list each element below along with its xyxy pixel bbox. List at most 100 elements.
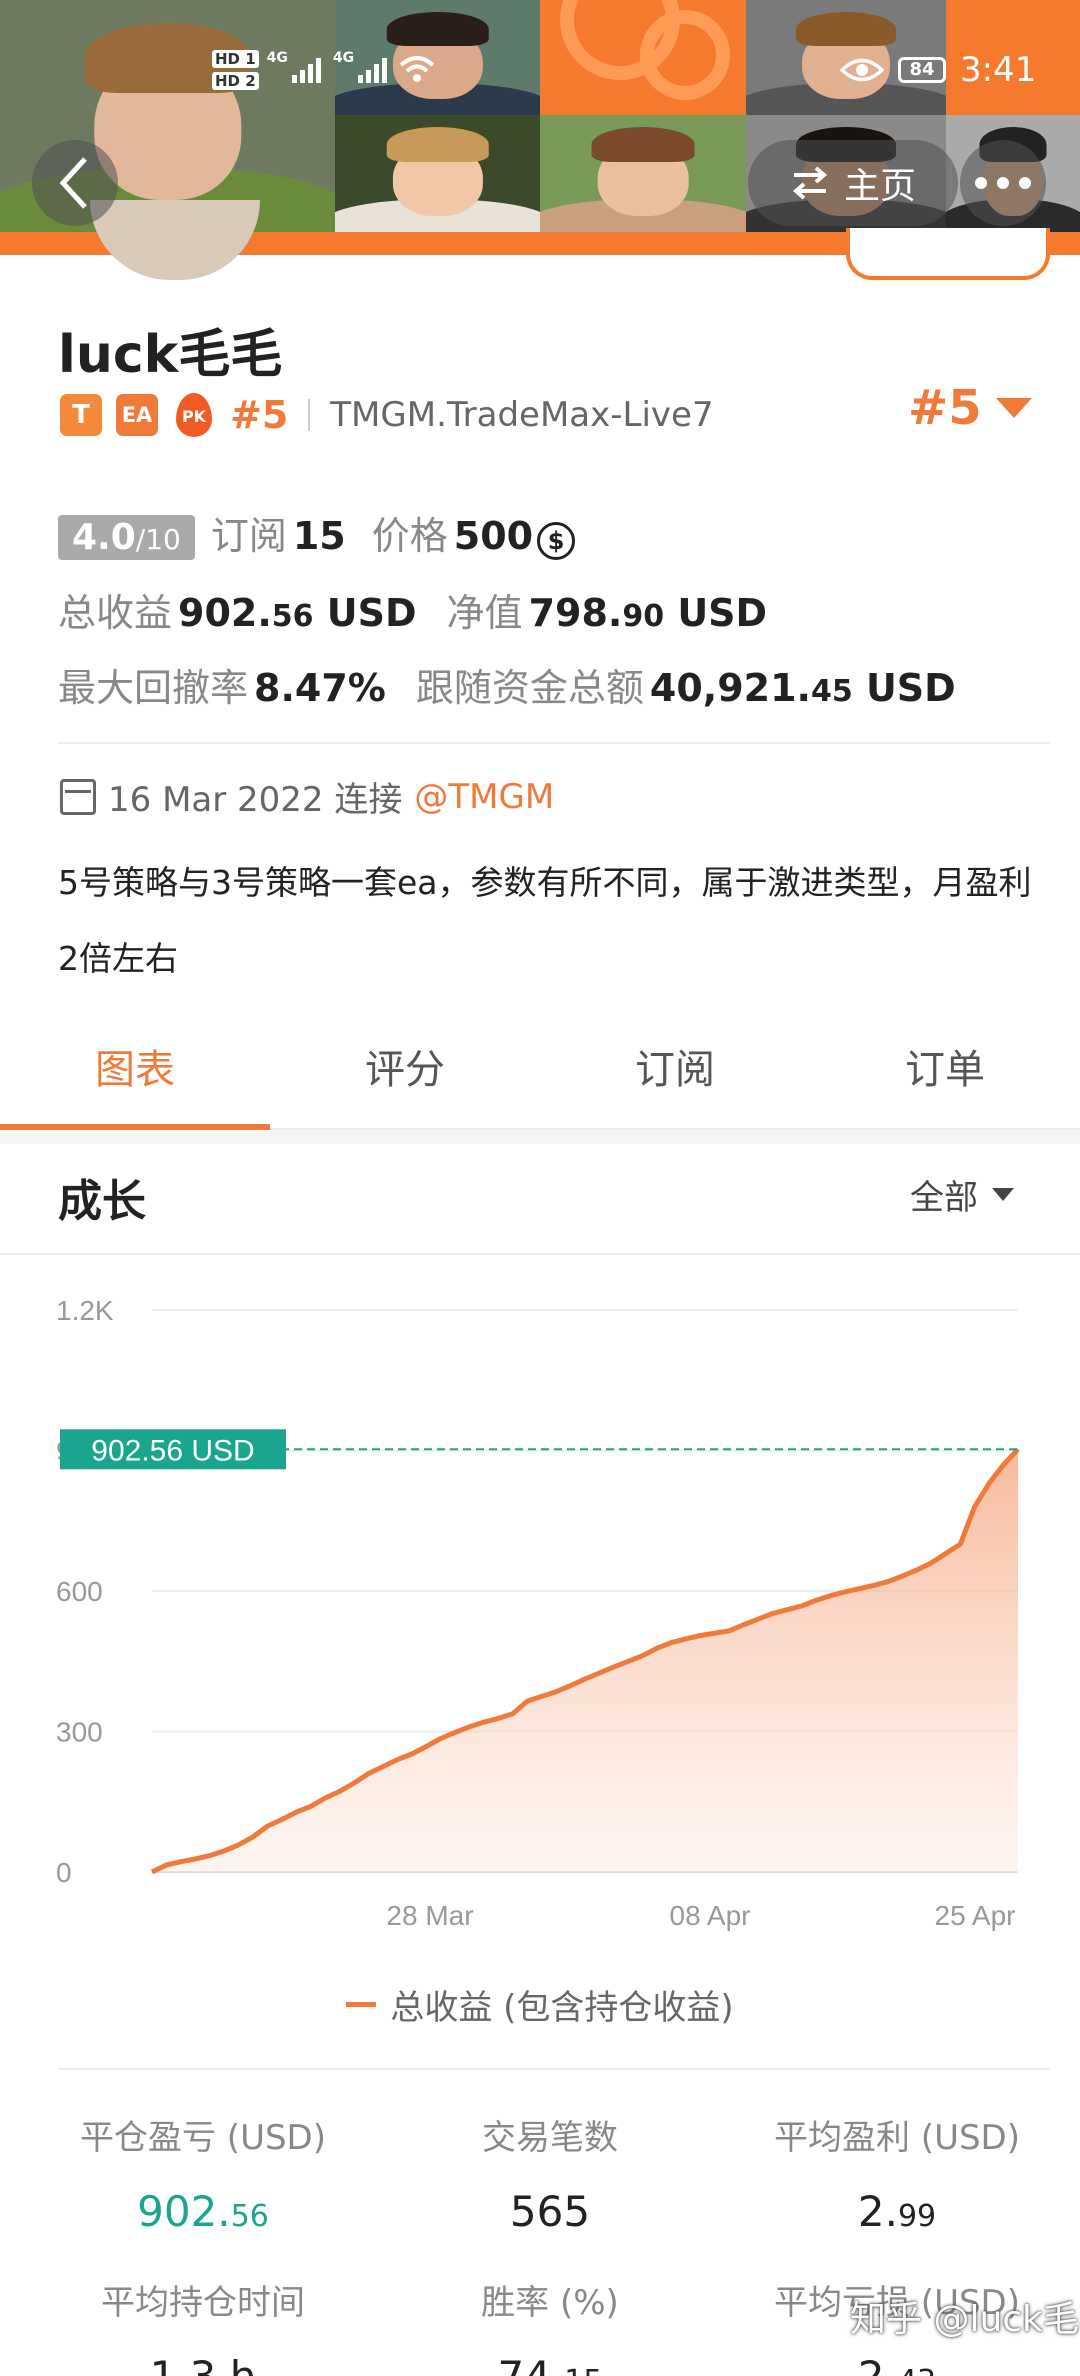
signal-icon xyxy=(291,57,321,83)
metric-label: 平均持仓时间 xyxy=(101,2283,305,2323)
tab-chart[interactable]: 图表 xyxy=(0,1010,270,1130)
clock: 3:41 xyxy=(960,50,1037,90)
drawdown-label: 最大回撤率 xyxy=(58,666,249,710)
video-tile-4 xyxy=(540,115,746,232)
watermark: 知乎 @luck毛毛 xyxy=(850,2299,1080,2340)
metric-item: 胜率 (%) 74.15 xyxy=(377,2275,723,2376)
status-bar-right: 84 3:41 xyxy=(840,40,1036,100)
follow-funds-label: 跟随资金总额 xyxy=(415,666,644,710)
ea-badge: EA xyxy=(116,394,158,436)
growth-chart[interactable]: 1.2K9006003000 28 Mar08 Apr25 Apr 902.56… xyxy=(0,1260,1080,2000)
network-type-1: 4G xyxy=(266,50,288,66)
divider xyxy=(58,742,1050,744)
legend-label: 总收益 (包含持仓收益) xyxy=(390,1988,734,2028)
metric-value: 74.15 xyxy=(377,2352,723,2376)
metric-label: 胜率 (%) xyxy=(481,2283,619,2323)
metric-value: 2.43 xyxy=(724,2352,1070,2376)
wifi-icon xyxy=(399,56,435,82)
section-title: 成长 xyxy=(58,1176,146,1227)
subscribe-count: 15 xyxy=(292,514,346,558)
x-tick-label: 08 Apr xyxy=(670,1900,751,1931)
eye-icon xyxy=(840,58,884,82)
calendar-icon xyxy=(60,778,96,815)
x-tick-label: 28 Mar xyxy=(386,1900,473,1931)
y-tick-label: 300 xyxy=(56,1717,103,1748)
more-button[interactable] xyxy=(960,140,1046,226)
chart-legend: 总收益 (包含持仓收益) xyxy=(0,1980,1080,2029)
metric-value: 2.99 xyxy=(857,2187,937,2236)
metric-value: 1.3 h xyxy=(30,2352,376,2376)
badge-row: T EA PK #5 TMGM.TradeMax-Live7 xyxy=(60,385,714,445)
divider xyxy=(0,1253,1080,1255)
pk-flame-icon: PK xyxy=(172,393,216,437)
divider xyxy=(308,399,311,431)
y-tick-label: 600 xyxy=(56,1576,103,1607)
follow-button[interactable] xyxy=(846,228,1050,280)
metric-label: 平仓盈亏 (USD) xyxy=(80,2118,326,2158)
metric-value: 902.56 xyxy=(137,2187,269,2236)
y-tick-label: 1.2K xyxy=(56,1295,114,1326)
tab-subscription[interactable]: 订阅 xyxy=(540,1010,810,1128)
broker-server: TMGM.TradeMax-Live7 xyxy=(330,395,714,435)
coin-icon: $ xyxy=(537,522,576,560)
swap-icon xyxy=(792,166,828,200)
sim1-indicator: HD 1 xyxy=(212,50,259,68)
strategy-description: 5号策略与3号策略一套ea，参数有所不同，属于激进类型，月盈利2倍左右 xyxy=(58,863,1032,978)
drawdown-value: 8.47% xyxy=(254,666,386,710)
total-profit-label: 总收益 xyxy=(58,591,173,635)
rank-label: #5 xyxy=(230,393,289,437)
status-bar-left: HD 1 HD 2 4G 4G xyxy=(212,40,437,100)
equity-label: 净值 xyxy=(446,591,523,635)
banner-pattern xyxy=(640,10,730,100)
avatar[interactable] xyxy=(90,200,260,280)
profit-row: 总收益 902.56 USD 净值 798.90 USD xyxy=(58,582,767,637)
chevron-down-icon xyxy=(995,398,1032,418)
divider xyxy=(58,2068,1050,2070)
range-dropdown[interactable]: 全部 xyxy=(910,1170,1014,1219)
metric-label: 平均盈利 (USD) xyxy=(774,2118,1020,2158)
more-icon xyxy=(975,177,1031,189)
rank-value: #5 xyxy=(908,380,982,436)
x-tick-label: 25 Apr xyxy=(935,1900,1016,1931)
price-value: 500 xyxy=(453,514,534,558)
video-tile-3 xyxy=(335,115,540,232)
sim2-indicator: HD 2 xyxy=(212,72,259,90)
range-value: 全部 xyxy=(910,1178,978,1218)
legend-swatch xyxy=(346,2002,377,2007)
section-gap xyxy=(0,1130,1080,1144)
tab-rating[interactable]: 评分 xyxy=(270,1010,540,1128)
metric-item: 交易笔数 565 xyxy=(377,2110,723,2236)
price-label: 价格 xyxy=(371,514,448,558)
trader-badge: T xyxy=(60,394,102,436)
tab-orders[interactable]: 订单 xyxy=(810,1010,1080,1128)
since-date: 16 Mar 2022 连接 xyxy=(108,780,403,820)
drawdown-row: 最大回撤率 8.47% 跟随资金总额 40,921.45 USD xyxy=(58,657,956,712)
score-row: 4.0/10 订阅 15 价格 500 $ xyxy=(58,505,576,560)
back-button[interactable] xyxy=(32,140,118,226)
back-icon xyxy=(59,157,87,209)
connected-since: 16 Mar 2022 连接 @TMGM xyxy=(60,772,554,821)
growth-area xyxy=(152,1449,1018,1872)
y-tick-label: 0 xyxy=(56,1857,72,1888)
metric-label: 交易笔数 xyxy=(482,2118,618,2158)
metric-item: 平均持仓时间 1.3 h xyxy=(30,2275,376,2376)
rank-selector[interactable]: #5 xyxy=(908,380,1032,436)
broker-link[interactable]: @TMGM xyxy=(414,777,554,817)
metric-item: 平均盈利 (USD) 2.99 xyxy=(724,2110,1070,2236)
equity-value: 798.90 USD xyxy=(528,591,768,635)
total-profit-value: 902.56 USD xyxy=(178,591,417,635)
subscribe-label: 订阅 xyxy=(210,514,287,558)
network-type-2: 4G xyxy=(332,50,355,66)
battery-indicator: 84 xyxy=(898,57,946,83)
signal-icon xyxy=(358,57,388,83)
current-value-label: 902.56 USD xyxy=(91,1434,254,1467)
metric-value: 565 xyxy=(509,2187,591,2236)
metric-item: 平仓盈亏 (USD) 902.56 xyxy=(30,2110,376,2236)
follow-funds-value: 40,921.45 USD xyxy=(649,666,956,710)
score-badge: 4.0/10 xyxy=(58,515,195,560)
chevron-down-icon xyxy=(992,1188,1014,1201)
tab-bar: 图表 评分 订阅 订单 xyxy=(0,1010,1080,1130)
trader-name: luck毛毛 xyxy=(58,325,283,385)
home-button[interactable]: 主页 xyxy=(748,140,958,226)
home-button-label: 主页 xyxy=(843,166,916,207)
